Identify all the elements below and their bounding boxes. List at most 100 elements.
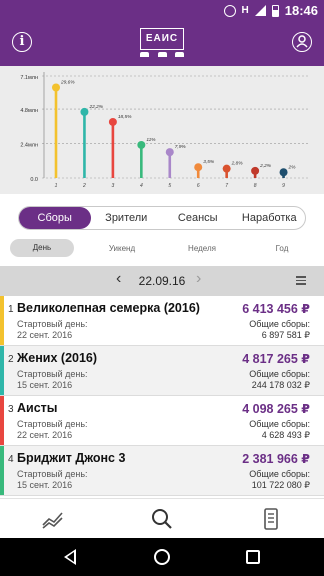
total-label: Общие сборы: bbox=[249, 369, 310, 379]
data-label: 2,2% bbox=[259, 163, 272, 169]
battery-icon bbox=[271, 4, 279, 17]
bottom-nav bbox=[0, 498, 324, 538]
period-year[interactable]: Год bbox=[250, 244, 314, 253]
y-tick-label: 2.4млн bbox=[20, 143, 38, 149]
status-bar: H 18:46 bbox=[0, 0, 324, 24]
period-weekend[interactable]: Уикенд bbox=[90, 244, 154, 253]
day-gross: 4 817 265 ₽ bbox=[242, 352, 310, 366]
list-item[interactable]: 4 Бриджит Джонс 3 Стартовый день: 15 сен… bbox=[0, 446, 324, 496]
start-label: Стартовый день: bbox=[17, 469, 88, 479]
home-icon[interactable] bbox=[154, 549, 170, 565]
data-label: 18,5% bbox=[118, 114, 132, 120]
total-label: Общие сборы: bbox=[249, 319, 310, 329]
data-label: 11% bbox=[146, 137, 156, 143]
total-label: Общие сборы: bbox=[249, 419, 310, 429]
start-label: Стартовый день: bbox=[17, 319, 88, 329]
metric-tabs: Сборы Зрители Сеансы Наработка bbox=[18, 206, 306, 230]
date-bar: ‹ 22.09.16 › bbox=[0, 266, 324, 296]
sort-icon[interactable] bbox=[296, 276, 306, 286]
data-label: 22,2% bbox=[88, 104, 103, 110]
system-nav-bar bbox=[0, 538, 324, 576]
current-date[interactable]: 22.09.16 bbox=[132, 274, 192, 288]
profile-icon[interactable] bbox=[292, 32, 312, 52]
tab-sessions[interactable]: Сеансы bbox=[162, 207, 234, 229]
start-label: Стартовый день: bbox=[17, 419, 88, 429]
chart-bar-head bbox=[80, 107, 89, 116]
chart-icon[interactable] bbox=[40, 507, 66, 531]
network-type: H bbox=[241, 5, 249, 16]
tab-per-screen[interactable]: Наработка bbox=[234, 207, 306, 229]
total-label: Общие сборы: bbox=[249, 469, 310, 479]
cinema-icon[interactable] bbox=[258, 507, 284, 531]
chart-bar-head bbox=[52, 83, 60, 92]
search-icon[interactable] bbox=[149, 507, 175, 531]
day-gross: 4 098 265 ₽ bbox=[242, 402, 310, 416]
rank: 2 bbox=[8, 354, 14, 365]
next-date-button[interactable]: › bbox=[196, 270, 201, 288]
tab-viewers[interactable]: Зрители bbox=[91, 207, 163, 229]
x-tick-label: 6 bbox=[197, 183, 200, 189]
film-title: Бриджит Джонс 3 bbox=[17, 451, 126, 465]
start-date: 22 сент. 2016 bbox=[17, 330, 73, 340]
data-label: 7,9% bbox=[175, 144, 187, 150]
y-tick-label: 7.1млн bbox=[20, 75, 38, 81]
recent-apps-icon[interactable] bbox=[246, 550, 260, 564]
chart-bar-head bbox=[165, 148, 174, 157]
data-label: 3,5% bbox=[203, 159, 215, 165]
rank-color-bar bbox=[0, 446, 4, 495]
start-date: 15 сент. 2016 bbox=[17, 480, 73, 490]
info-icon[interactable]: i bbox=[12, 32, 32, 52]
chart-svg: 0.0 2.4млн 4.8млн 7.1млн 29,6% 1 22,2% 2 18,5% 3 1… bbox=[20, 72, 310, 189]
film-list: 1 Великолепная семерка (2016) Стартовый … bbox=[0, 296, 324, 498]
film-title: Жених (2016) bbox=[17, 351, 98, 365]
filters: Сборы Зрители Сеансы Наработка День Уике… bbox=[0, 194, 324, 266]
list-item[interactable]: 1 Великолепная семерка (2016) Стартовый … bbox=[0, 296, 324, 346]
prev-date-button[interactable]: ‹ bbox=[116, 270, 121, 288]
x-tick-label: 7 bbox=[225, 183, 228, 189]
film-title: Аисты bbox=[17, 401, 58, 415]
signal-icon bbox=[254, 5, 266, 16]
rank: 3 bbox=[8, 404, 14, 415]
total-gross: 101 722 080 ₽ bbox=[251, 480, 310, 490]
x-tick-label: 4 bbox=[140, 183, 143, 189]
list-item[interactable]: 2 Жених (2016) Стартовый день: 15 сент. … bbox=[0, 346, 324, 396]
list-item[interactable]: 3 Аисты Стартовый день: 22 сент. 2016 4 … bbox=[0, 396, 324, 446]
rank-color-bar bbox=[0, 346, 4, 395]
start-date: 15 сент. 2016 bbox=[17, 380, 73, 390]
x-tick-label: 8 bbox=[254, 183, 257, 189]
data-label: 29,6% bbox=[60, 79, 75, 85]
chart-bar-head bbox=[194, 163, 203, 172]
status-icons: H 18:46 bbox=[223, 3, 318, 18]
x-tick-label: 3 bbox=[111, 183, 114, 189]
chart-bar-head bbox=[108, 117, 117, 126]
day-gross: 2 381 966 ₽ bbox=[242, 452, 310, 466]
total-gross: 4 628 493 ₽ bbox=[261, 430, 310, 440]
total-gross: 6 897 581 ₽ bbox=[261, 330, 310, 340]
y-tick-label: 4.8млн bbox=[20, 108, 38, 114]
x-tick-label: 2 bbox=[82, 183, 86, 189]
box-office-chart: 0.0 2.4млн 4.8млн 7.1млн 29,6% 1 22,2% 2 18,5% 3 1… bbox=[0, 66, 324, 194]
total-gross: 244 178 032 ₽ bbox=[251, 380, 310, 390]
period-week[interactable]: Неделя bbox=[170, 244, 234, 253]
chart-bar-head bbox=[279, 168, 288, 177]
rank-color-bar bbox=[0, 396, 4, 445]
chart-bar-head bbox=[222, 164, 231, 173]
data-label: 2,8% bbox=[231, 161, 244, 167]
status-time: 18:46 bbox=[284, 3, 318, 18]
y-tick-label: 0.0 bbox=[30, 177, 38, 183]
data-label: 2% bbox=[288, 164, 297, 170]
start-label: Стартовый день: bbox=[17, 369, 88, 379]
tab-gross[interactable]: Сборы bbox=[19, 207, 91, 229]
chart-bar-head bbox=[251, 166, 260, 175]
x-tick-label: 5 bbox=[168, 183, 171, 189]
app-logo: ЕАИС bbox=[140, 28, 184, 60]
chart-bar-head bbox=[137, 140, 146, 149]
film-title: Великолепная семерка (2016) bbox=[17, 301, 200, 315]
period-day[interactable]: День bbox=[10, 239, 74, 257]
alarm-icon bbox=[223, 4, 236, 17]
rank: 4 bbox=[8, 454, 14, 465]
period-selector: День Уикенд Неделя Год bbox=[10, 238, 314, 258]
back-icon[interactable] bbox=[64, 549, 76, 565]
day-gross: 6 413 456 ₽ bbox=[242, 302, 310, 316]
start-date: 22 сент. 2016 bbox=[17, 430, 73, 440]
